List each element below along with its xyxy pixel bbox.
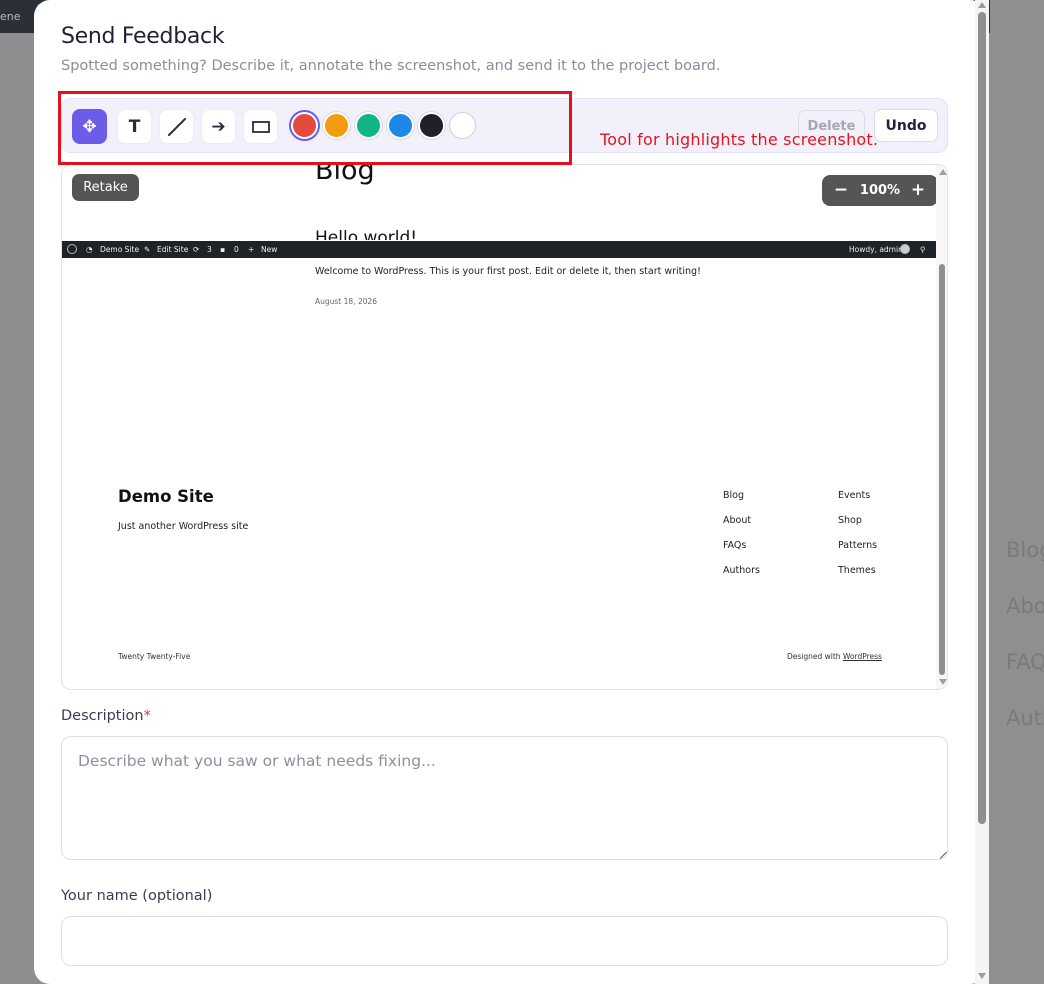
- admin-bar-site: Demo Site: [100, 245, 140, 254]
- preview-scrollbar[interactable]: [936, 165, 947, 689]
- shot-nav-link: Blog: [723, 490, 744, 501]
- comments-icon: ▪: [220, 245, 226, 254]
- modal-scrollbar[interactable]: [975, 0, 989, 984]
- screenshot-preview[interactable]: Blog Hello world! ◔ Demo Site ✎ Edit Sit…: [61, 164, 948, 690]
- backdrop-top-bar-text: ene: [0, 10, 21, 23]
- move-icon: ✥: [82, 116, 97, 137]
- annotation-label: Tool for highlights the screenshot.: [600, 130, 879, 149]
- dashboard-icon: ◔: [86, 245, 93, 254]
- shot-page-heading: Blog: [315, 164, 375, 186]
- shot-post-excerpt: Welcome to WordPress. This is your first…: [315, 266, 701, 277]
- scroll-down-arrow-icon[interactable]: [939, 679, 947, 685]
- shot-footer-credit: Designed with WordPress: [787, 652, 882, 661]
- shot-nav-link: FAQs: [723, 540, 747, 551]
- plus-icon: +: [248, 245, 255, 254]
- shot-footer-theme: Twenty Twenty-Five: [118, 652, 191, 661]
- description-field[interactable]: [61, 736, 948, 860]
- shot-nav-link: Shop: [838, 515, 862, 526]
- admin-bar-new: New: [261, 245, 278, 254]
- shot-nav-link: About: [723, 515, 752, 526]
- scroll-up-arrow-icon[interactable]: [939, 169, 947, 175]
- shot-footer-credit-prefix: Designed with: [787, 652, 843, 661]
- admin-bar-comments: 0: [234, 245, 239, 254]
- zoom-in-button[interactable]: +: [906, 178, 930, 202]
- shot-nav-link: Patterns: [838, 540, 878, 551]
- move-tool-button[interactable]: ✥: [72, 109, 107, 144]
- backdrop-right-panel: Blog Abo FAQ Auth: [990, 0, 1044, 984]
- screenshot-canvas[interactable]: Blog Hello world! ◔ Demo Site ✎ Edit Sit…: [62, 164, 937, 689]
- modal-title: Send Feedback: [61, 24, 225, 49]
- admin-bar-howdy: Howdy, admin: [849, 245, 903, 254]
- description-label-text: Description: [61, 708, 144, 724]
- text-tool-button[interactable]: T: [117, 109, 152, 144]
- color-swatch-orange[interactable]: [323, 112, 350, 139]
- zoom-level: 100%: [859, 183, 901, 198]
- admin-bar-updates: 3: [207, 245, 212, 254]
- color-swatch-green[interactable]: [355, 112, 382, 139]
- shot-site-title: Demo Site: [118, 487, 214, 506]
- shot-nav-link: Events: [838, 490, 871, 501]
- backdrop-nav-item: Auth: [1006, 706, 1044, 730]
- shot-post-date: August 18, 2026: [315, 297, 378, 306]
- color-swatch-blue[interactable]: [387, 112, 414, 139]
- modal-scrollbar-thumb[interactable]: [978, 12, 986, 824]
- scroll-down-arrow-icon[interactable]: [978, 973, 986, 979]
- backdrop-nav-item: Blog: [1006, 538, 1044, 562]
- line-icon: [167, 117, 186, 136]
- shot-footer-credit-link: WordPress: [842, 652, 882, 661]
- retake-button[interactable]: Retake: [72, 174, 139, 201]
- search-icon: ⚲: [920, 245, 926, 254]
- arrow-tool-button[interactable]: ➔: [201, 109, 236, 144]
- shot-post-title: Hello world!: [315, 228, 418, 240]
- backdrop-nav-item: Abo: [1006, 594, 1044, 618]
- rectangle-icon: [251, 120, 270, 133]
- shot-nav-link: Authors: [723, 565, 760, 576]
- wordpress-logo-icon: [67, 244, 77, 254]
- shot-site-tagline: Just another WordPress site: [118, 521, 249, 532]
- required-marker: *: [143, 708, 151, 724]
- color-swatch-white[interactable]: [449, 112, 476, 139]
- wp-admin-bar: ◔ Demo Site ✎ Edit Site ⟳ 3 ▪ 0 + New Ho…: [62, 241, 937, 258]
- updates-icon: ⟳: [193, 245, 200, 254]
- zoom-out-button[interactable]: −: [829, 178, 853, 202]
- feedback-modal: Send Feedback Spotted something? Describ…: [34, 0, 986, 984]
- undo-button[interactable]: Undo: [874, 109, 938, 142]
- shot-nav-link: Themes: [838, 565, 876, 576]
- name-field[interactable]: [61, 916, 948, 966]
- color-swatch-red[interactable]: [291, 112, 318, 139]
- rectangle-tool-button[interactable]: [243, 109, 278, 144]
- description-label: Description*: [61, 708, 151, 724]
- avatar-icon: [900, 244, 910, 254]
- text-icon: T: [128, 116, 141, 137]
- name-label: Your name (optional): [61, 888, 213, 904]
- edit-icon: ✎: [144, 245, 151, 254]
- zoom-control: − 100% +: [822, 175, 938, 206]
- backdrop-nav-item: FAQ: [1006, 650, 1044, 674]
- scroll-up-arrow-icon[interactable]: [978, 2, 986, 8]
- preview-scrollbar-thumb[interactable]: [939, 264, 945, 675]
- modal-subtitle: Spotted something? Describe it, annotate…: [61, 58, 721, 74]
- line-tool-button[interactable]: [159, 109, 194, 144]
- admin-bar-edit: Edit Site: [157, 245, 189, 254]
- arrow-icon: ➔: [211, 116, 226, 137]
- color-swatch-black[interactable]: [418, 112, 445, 139]
